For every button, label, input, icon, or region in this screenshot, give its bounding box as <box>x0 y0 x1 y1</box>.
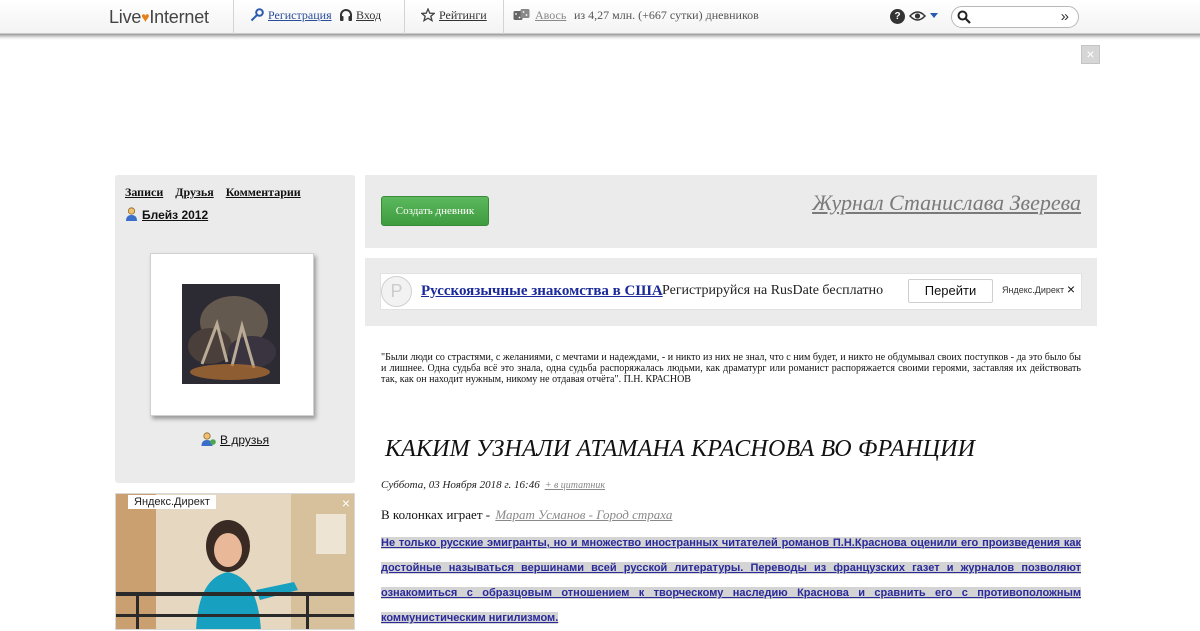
ad-logo-icon: Р <box>381 276 412 307</box>
register-link[interactable]: Регистрация <box>268 8 332 23</box>
divider <box>503 0 504 34</box>
logo-text-live: Live <box>109 7 142 27</box>
search-input[interactable] <box>974 9 1054 25</box>
key-icon <box>250 8 264 22</box>
banner-close-button[interactable]: × <box>1081 45 1100 64</box>
epigraph-quote: "Были люди со страстями, с желаниями, с … <box>381 352 1081 385</box>
journal-header: Создать дневник Журнал Станислава Зверев… <box>365 175 1097 248</box>
tab-friends[interactable]: Друзья <box>175 185 213 199</box>
sidebar-ad[interactable]: Яндекс.Директ × <box>115 493 355 630</box>
post-body-link[interactable]: Не только русские эмигранты, но и множес… <box>381 537 1081 624</box>
topbar-shadow <box>0 34 1200 40</box>
close-icon[interactable]: × <box>1067 281 1075 297</box>
journal-title[interactable]: Журнал Станислава Зверева <box>812 190 1081 216</box>
search-box: » <box>951 6 1079 28</box>
search-submit-button[interactable]: » <box>1061 8 1069 25</box>
eye-icon[interactable] <box>909 9 926 23</box>
avatar-frame <box>150 253 314 416</box>
ad-source-label: Яндекс.Директ <box>1002 285 1065 295</box>
now-playing: В колонках играет - Марат Усманов - Горо… <box>381 507 672 523</box>
chevron-down-icon[interactable] <box>930 13 938 18</box>
divider <box>404 0 405 34</box>
ad-text: Регистрируйся на RusDate бесплатно <box>662 283 884 298</box>
star-icon <box>421 8 435 22</box>
add-to-friends-label[interactable]: В друзья <box>220 433 269 447</box>
headphones-icon <box>340 9 352 21</box>
profile-username[interactable]: Блейз 2012 <box>142 208 208 222</box>
add-friend-icon <box>201 432 216 446</box>
sidebar-tabs: Записи Друзья Комментарии <box>125 185 313 200</box>
create-diary-button[interactable]: Создать дневник <box>381 196 489 226</box>
post-body: Не только русские эмигранты, но и множес… <box>381 531 1081 631</box>
tab-posts[interactable]: Записи <box>125 185 163 199</box>
now-playing-track-link[interactable]: Марат Усманов - Город страха <box>495 507 672 522</box>
post-title: КАКИМ УЗНАЛИ АТАМАНА КРАСНОВА ВО ФРАНЦИИ <box>385 436 976 462</box>
ratings-link[interactable]: Рейтинги <box>439 8 487 23</box>
direct-ad-block: Р Русскоязычные знакомства в США Регистр… <box>365 258 1097 326</box>
avatar[interactable] <box>182 284 280 384</box>
ad-go-button[interactable]: Перейти <box>908 279 993 303</box>
login-link[interactable]: Вход <box>356 8 381 23</box>
help-icon[interactable]: ? <box>890 9 905 24</box>
add-to-quotes-link[interactable]: + в цитатник <box>545 480 605 491</box>
ad-title-link[interactable]: Русскоязычные знакомства в США <box>421 283 663 300</box>
ad-source-label: Яндекс.Директ <box>128 495 216 509</box>
heart-logo-icon: ♥ <box>141 9 150 25</box>
divider <box>233 0 234 34</box>
direct-ad[interactable]: Р Русскоязычные знакомства в США Регистр… <box>380 273 1082 310</box>
add-to-friends-link[interactable]: В друзья <box>201 432 269 447</box>
ad-photo <box>116 494 354 629</box>
diary-stats: из 4,27 млн. (+667 сутки) дневников <box>574 8 759 22</box>
logo-text-internet: Internet <box>149 7 209 27</box>
search-icon <box>957 10 971 24</box>
sidebar-profile-panel: Записи Друзья Комментарии Блейз 2012 В дру… <box>115 175 355 483</box>
post-date: Суббота, 03 Ноября 2018 г. 16:46 <box>381 479 540 491</box>
user-icon <box>126 207 137 221</box>
post-meta: Суббота, 03 Ноября 2018 г. 16:46 + в цита… <box>381 479 605 491</box>
profile-user[interactable]: Блейз 2012 <box>125 207 208 222</box>
avos-random-link[interactable]: Авось <box>535 8 566 23</box>
top-navigation-bar: Live♥Internet Регистрация Вход Рейтинги … <box>0 0 1200 34</box>
now-playing-label: В колонках играет - <box>381 507 491 522</box>
close-icon[interactable]: × <box>342 495 350 511</box>
liveinternet-logo[interactable]: Live♥Internet <box>109 7 209 28</box>
avatar-artwork <box>182 284 280 384</box>
tab-comments[interactable]: Комментарии <box>226 185 301 199</box>
dice-icon <box>513 9 530 20</box>
